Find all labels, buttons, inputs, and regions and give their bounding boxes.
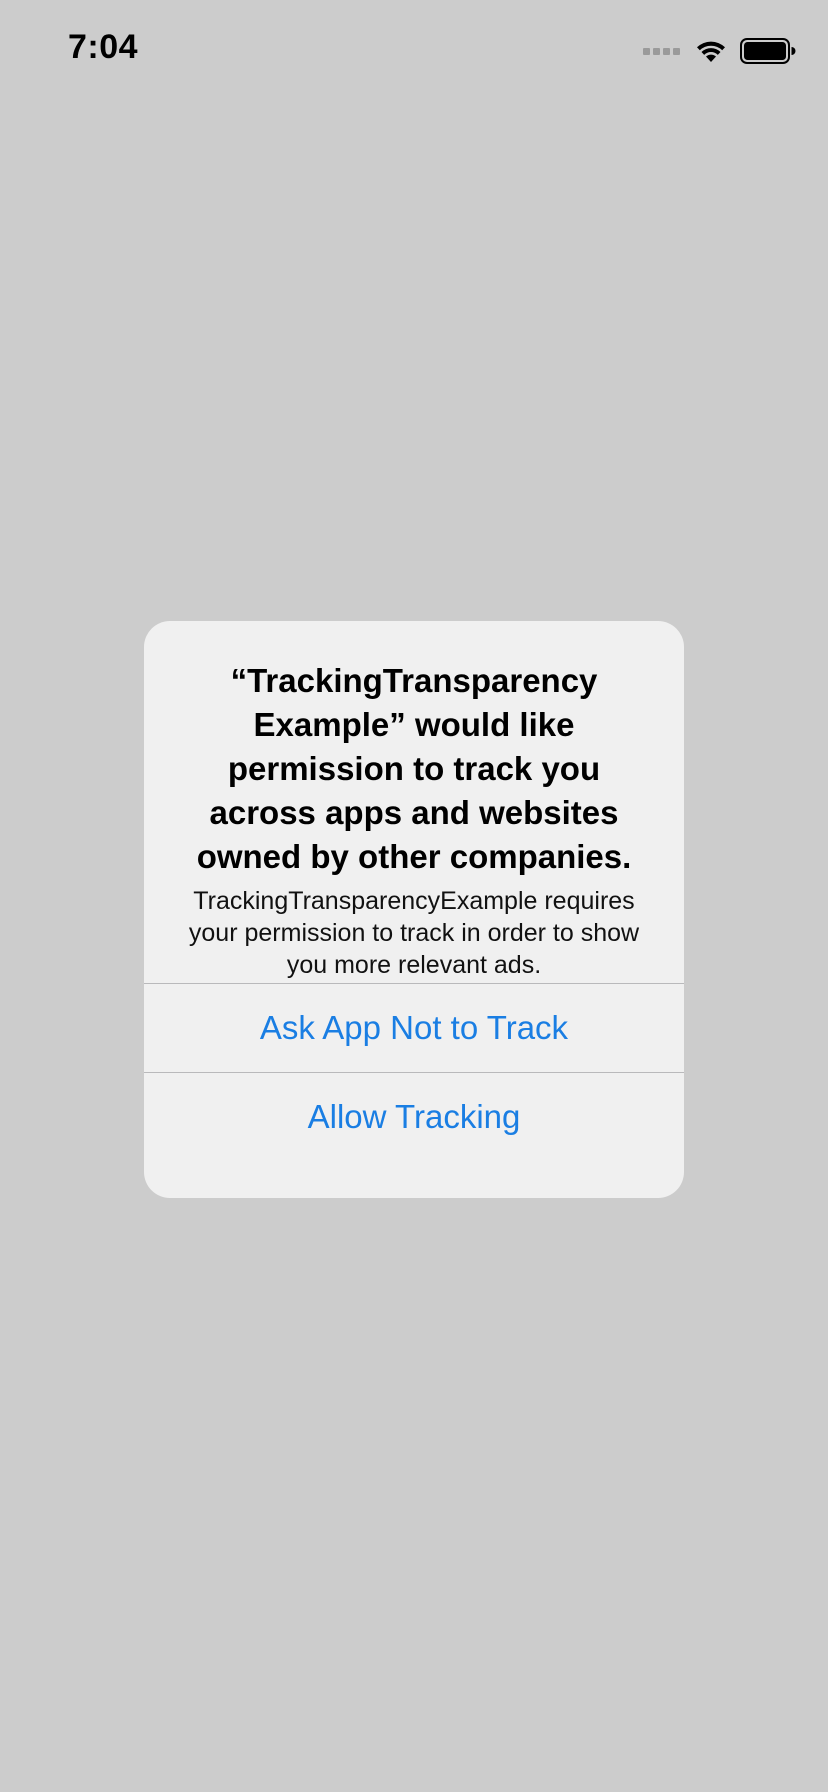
allow-tracking-button[interactable]: Allow Tracking <box>144 1073 684 1161</box>
status-bar: 7:04 <box>0 0 828 100</box>
status-icons <box>643 36 796 66</box>
cellular-signal-icon <box>643 47 680 55</box>
alert-message: TrackingTransparencyExample requires you… <box>188 887 640 979</box>
alert-title: “TrackingTransparency Example” would lik… <box>196 662 632 875</box>
tracking-permission-alert: “TrackingTransparency Example” would lik… <box>144 621 684 1198</box>
alert-content: “TrackingTransparency Example” would lik… <box>144 621 684 983</box>
status-time: 7:04 <box>68 28 139 66</box>
ask-app-not-to-track-button[interactable]: Ask App Not to Track <box>144 984 684 1072</box>
wifi-icon <box>697 41 725 62</box>
battery-icon <box>740 38 796 64</box>
